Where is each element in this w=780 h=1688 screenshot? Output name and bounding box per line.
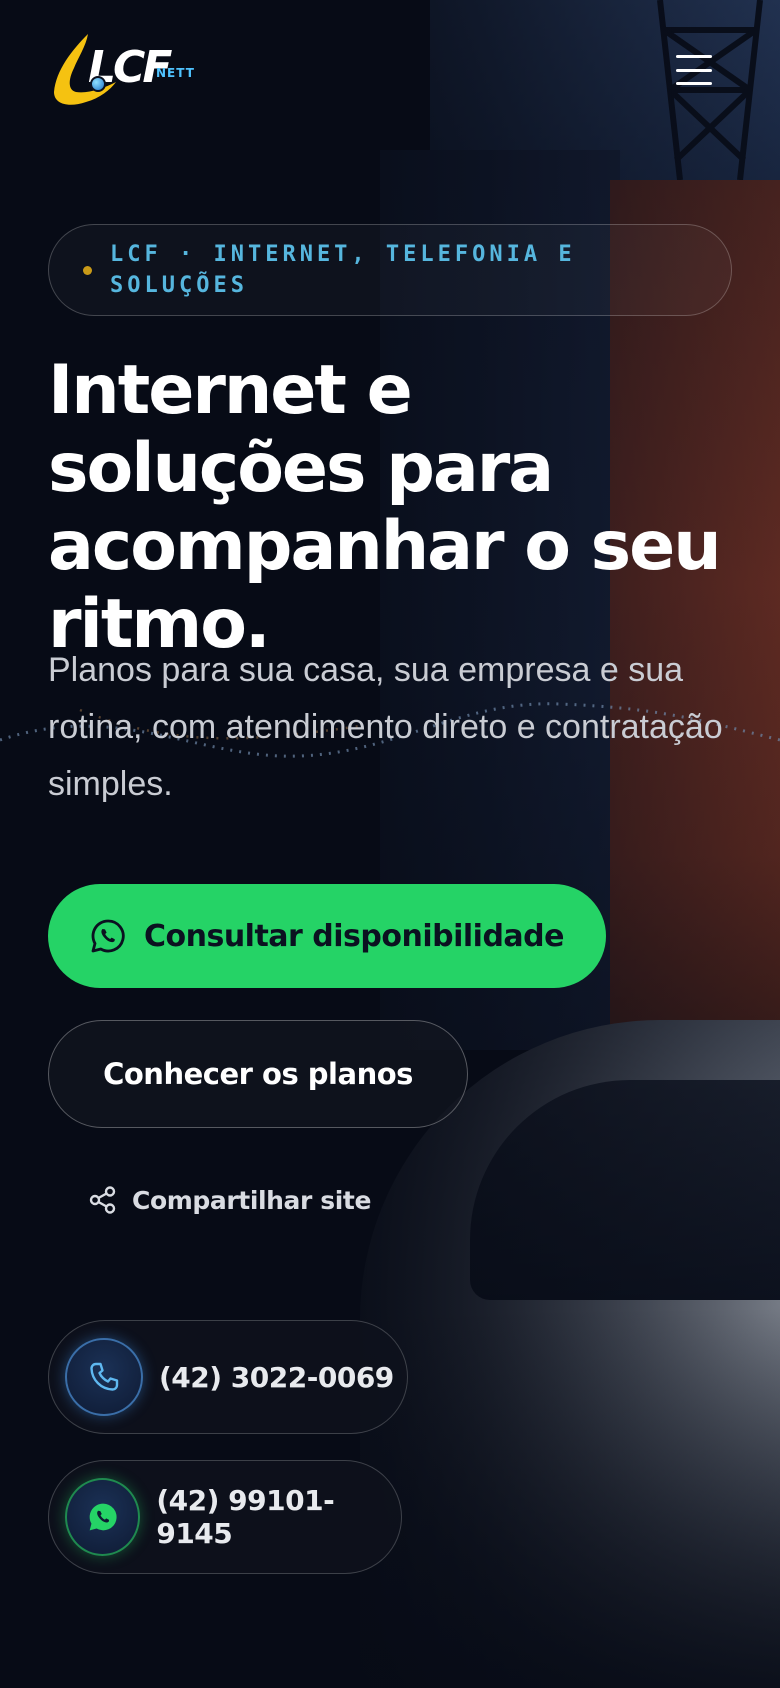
view-plans-label: Conhecer os planos: [103, 1057, 413, 1091]
whatsapp-icon: [89, 1503, 117, 1531]
phone-icon-badge: [65, 1338, 143, 1416]
phone-contact-button[interactable]: (42) 3022-0069: [48, 1320, 408, 1434]
share-site-link[interactable]: Compartilhar site: [88, 1178, 371, 1222]
hero-headline: Internet e soluções para acompanhar o se…: [48, 351, 722, 664]
whatsapp-icon: [91, 919, 125, 953]
whatsapp-number: (42) 99101-9145: [156, 1484, 335, 1550]
brand-logo[interactable]: LCF NETT: [48, 30, 198, 110]
site-header: LCF NETT: [48, 30, 714, 110]
whatsapp-icon-badge: [65, 1478, 141, 1556]
check-availability-label: Consultar disponibilidade: [143, 918, 565, 954]
hamburger-menu-icon: [676, 55, 712, 58]
hamburger-menu-button[interactable]: [674, 52, 714, 88]
check-availability-button[interactable]: Consultar disponibilidade: [48, 884, 606, 988]
phone-icon: [90, 1362, 119, 1391]
view-plans-button[interactable]: Conhecer os planos: [48, 1020, 468, 1128]
badge-dot-icon: [83, 265, 92, 275]
badge-text: LCF · INTERNET, TELEFONIA E SOLUÇÕES: [110, 242, 576, 298]
share-site-label: Compartilhar site: [132, 1185, 372, 1215]
hamburger-menu-icon: [676, 82, 712, 85]
logo-globe-icon: [90, 76, 106, 92]
hamburger-menu-icon: [676, 68, 712, 72]
hero-badge: LCF · INTERNET, TELEFONIA E SOLUÇÕES: [48, 224, 732, 316]
phone-number: (42) 3022-0069: [159, 1360, 394, 1394]
hero-subtitle: Planos para sua casa, sua empresa e sua …: [48, 651, 723, 803]
whatsapp-contact-button[interactable]: (42) 99101-9145: [48, 1460, 402, 1574]
logo-suffix: NETT: [156, 66, 195, 80]
share-icon: [89, 1186, 116, 1214]
